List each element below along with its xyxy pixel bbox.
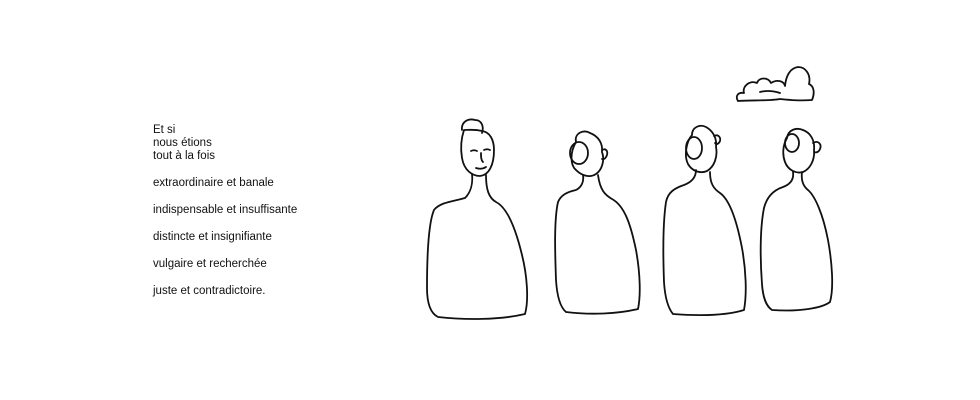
figure-2-drawing [554, 130, 641, 315]
cloud-drawing [735, 66, 815, 102]
figure-1-drawing [426, 118, 529, 320]
figures-illustration [426, 66, 834, 320]
figure-4-drawing [759, 127, 834, 312]
figure-3-drawing [662, 124, 747, 317]
